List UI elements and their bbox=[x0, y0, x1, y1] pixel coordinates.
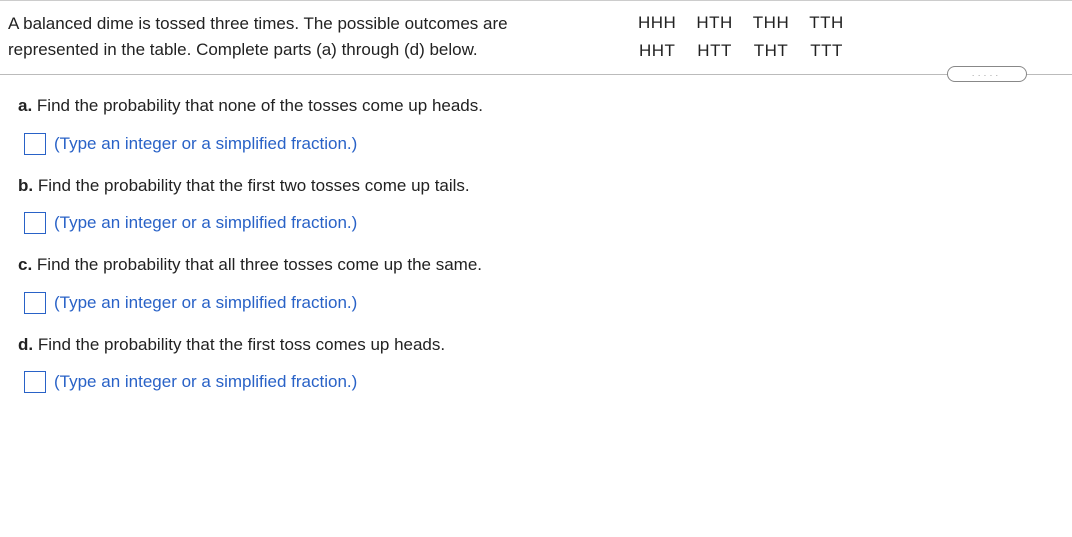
outcome-cell: THH bbox=[753, 13, 789, 33]
question-b-body: Find the probability that the first two … bbox=[38, 176, 470, 195]
question-c-text: c. Find the probability that all three t… bbox=[18, 252, 1054, 278]
question-a-label: a. bbox=[18, 96, 32, 115]
outcome-cell: HHH bbox=[638, 13, 676, 33]
answer-row-c: (Type an integer or a simplified fractio… bbox=[24, 292, 1054, 314]
questions-container: a. Find the probability that none of the… bbox=[0, 75, 1072, 421]
question-a: a. Find the probability that none of the… bbox=[18, 93, 1054, 155]
question-d: d. Find the probability that the first t… bbox=[18, 332, 1054, 394]
outcomes-table: HHH HTH THH TTH HHT HTT THT TTT bbox=[638, 11, 844, 61]
answer-row-d: (Type an integer or a simplified fractio… bbox=[24, 371, 1054, 393]
answer-row-b: (Type an integer or a simplified fractio… bbox=[24, 212, 1054, 234]
question-c: c. Find the probability that all three t… bbox=[18, 252, 1054, 314]
outcome-cell: THT bbox=[753, 41, 789, 61]
question-a-body: Find the probability that none of the to… bbox=[37, 96, 483, 115]
outcome-cell: HTT bbox=[696, 41, 732, 61]
answer-input-c[interactable] bbox=[24, 292, 46, 314]
divider: ..... bbox=[0, 74, 1072, 75]
outcome-cell: HHT bbox=[638, 41, 676, 61]
question-b-label: b. bbox=[18, 176, 33, 195]
header-section: A balanced dime is tossed three times. T… bbox=[0, 1, 1072, 74]
hint-b: (Type an integer or a simplified fractio… bbox=[54, 213, 357, 233]
answer-input-d[interactable] bbox=[24, 371, 46, 393]
outcome-cell: TTT bbox=[809, 41, 844, 61]
answer-input-b[interactable] bbox=[24, 212, 46, 234]
question-c-body: Find the probability that all three toss… bbox=[37, 255, 482, 274]
question-d-text: d. Find the probability that the first t… bbox=[18, 332, 1054, 358]
question-b-text: b. Find the probability that the first t… bbox=[18, 173, 1054, 199]
outcome-cell: TTH bbox=[809, 13, 844, 33]
hint-c: (Type an integer or a simplified fractio… bbox=[54, 293, 357, 313]
answer-input-a[interactable] bbox=[24, 133, 46, 155]
hint-d: (Type an integer or a simplified fractio… bbox=[54, 372, 357, 392]
outcome-cell: HTH bbox=[696, 13, 732, 33]
question-a-text: a. Find the probability that none of the… bbox=[18, 93, 1054, 119]
question-c-label: c. bbox=[18, 255, 32, 274]
question-b: b. Find the probability that the first t… bbox=[18, 173, 1054, 235]
question-d-label: d. bbox=[18, 335, 33, 354]
more-options-pill[interactable]: ..... bbox=[947, 66, 1027, 82]
answer-row-a: (Type an integer or a simplified fractio… bbox=[24, 133, 1054, 155]
problem-description: A balanced dime is tossed three times. T… bbox=[8, 11, 578, 62]
question-d-body: Find the probability that the first toss… bbox=[38, 335, 445, 354]
hint-a: (Type an integer or a simplified fractio… bbox=[54, 134, 357, 154]
